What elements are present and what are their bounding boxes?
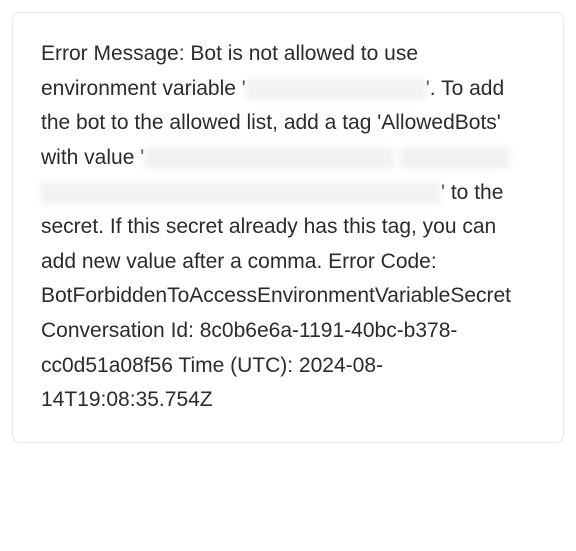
redacted-allowed-bots-value-line2: x [400,147,510,169]
error-text-segment: ' to the secret. If this secret already … [41,181,511,412]
redacted-env-variable-name: x [246,78,426,100]
error-message-card: Error Message: Bot is not allowed to use… [12,12,564,443]
redacted-allowed-bots-value-line1: x [144,147,394,169]
redacted-allowed-bots-value-line3: x [41,182,441,204]
